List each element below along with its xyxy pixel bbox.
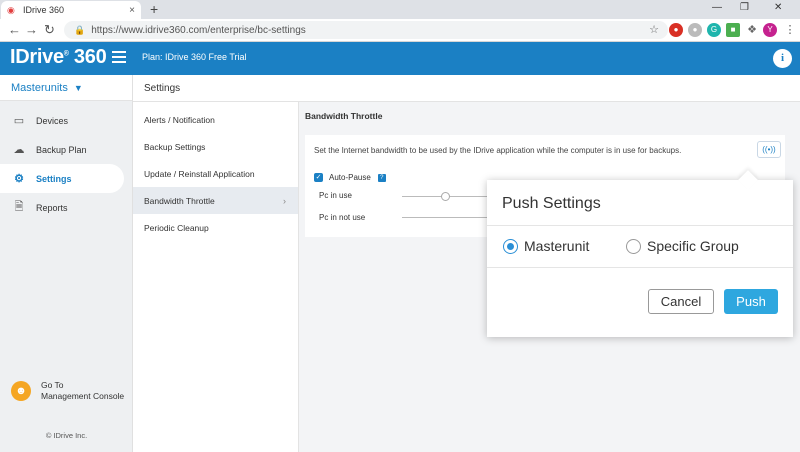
gear-icon: ⚙ [14, 173, 24, 185]
lock-icon: 🔒 [74, 24, 86, 35]
tab-close-icon[interactable]: × [129, 5, 135, 16]
pc-in-use-label: Pc in use [319, 191, 352, 200]
cancel-button[interactable]: Cancel [648, 289, 714, 314]
restore-icon[interactable]: ❐ [740, 2, 749, 13]
idrive-logo[interactable]: IDrive® 360 [10, 46, 107, 69]
divider [487, 267, 793, 268]
sidebar-item-settings[interactable]: ⚙ Settings [0, 164, 124, 193]
breadcrumb: Settings [133, 75, 800, 102]
sidebar: Masterunits ▼ ▭ Devices ☁ Backup Plan ⚙ … [0, 75, 133, 452]
bandwidth-description: Set the Internet bandwidth to be used by… [314, 146, 682, 155]
extension-red-icon[interactable]: ● [669, 23, 683, 37]
browser-menu-icon[interactable]: ⋮ [783, 23, 797, 37]
extensions-puzzle-icon[interactable]: ❖ [745, 23, 759, 37]
submenu-label: Bandwidth Throttle [144, 195, 215, 206]
user-avatar-icon: ☻ [11, 381, 31, 401]
console-line2: Management Console [41, 391, 125, 401]
sidebar-item-reports[interactable]: 🗎 Reports [0, 193, 132, 222]
url-text: https://www.idrive360.com/enterprise/bc-… [91, 24, 306, 36]
pc-not-in-use-label: Pc in not use [319, 213, 366, 222]
back-icon[interactable]: ← [8, 22, 21, 38]
extension-teal-icon[interactable]: G [707, 23, 721, 37]
auto-pause-option: ✓ Auto-Pause ? [314, 173, 386, 182]
hamburger-menu-icon[interactable] [112, 51, 126, 63]
sidebar-item-label: Settings [36, 173, 72, 184]
browser-tab[interactable]: ◉ IDrive 360 × [1, 1, 141, 19]
auto-pause-checkbox[interactable]: ✓ [314, 173, 323, 182]
browser-tabstrip: ◉ IDrive 360 × + — ❐ ✕ [0, 0, 800, 19]
profile-avatar[interactable]: Y [763, 23, 777, 37]
url-field[interactable]: 🔒 https://www.idrive360.com/enterprise/b… [64, 21, 668, 39]
pc-in-use-slider-thumb[interactable] [441, 192, 450, 201]
cloud-upload-icon: ☁ [13, 144, 25, 156]
radio-label: Masterunit [524, 238, 590, 254]
sidebar-item-devices[interactable]: ▭ Devices [0, 106, 132, 135]
console-line1: Go To [41, 380, 64, 390]
app-header: IDrive® 360 Plan: IDrive 360 Free Trial … [0, 42, 800, 75]
auto-pause-label: Auto-Pause [329, 173, 371, 182]
plan-label: Plan: IDrive 360 Free Trial [142, 52, 247, 62]
radio-button-checked[interactable] [503, 238, 518, 254]
document-icon: 🗎 [14, 201, 24, 213]
logo-suffix: 360 [73, 46, 107, 68]
radio-specific-group[interactable]: Specific Group [626, 238, 739, 254]
help-icon[interactable]: ? [377, 173, 386, 182]
push-button[interactable]: Push [724, 289, 778, 314]
tab-title: IDrive 360 [23, 5, 65, 15]
extension-green-icon[interactable]: ■ [726, 23, 740, 37]
radio-masterunit[interactable]: Masterunit [503, 238, 589, 254]
submenu-backup-settings[interactable]: Backup Settings [133, 133, 298, 160]
info-button[interactable]: i [773, 49, 792, 68]
settings-submenu: Alerts / Notification Backup Settings Up… [133, 102, 299, 452]
submenu-bandwidth-throttle[interactable]: Bandwidth Throttle › [133, 187, 298, 214]
wifi-signal-icon[interactable]: ((•)) [757, 141, 781, 158]
idrive-favicon-icon: ◉ [7, 5, 15, 15]
address-bar: ← → ↻ 🔒 https://www.idrive360.com/enterp… [0, 19, 800, 42]
divider [487, 225, 793, 226]
minimize-icon[interactable]: — [712, 2, 722, 13]
sidebar-item-label: Backup Plan [36, 144, 87, 155]
radio-label: Specific Group [647, 238, 739, 254]
chevron-down-icon: ▼ [73, 82, 83, 93]
chevron-right-icon: › [283, 195, 286, 206]
close-window-icon[interactable]: ✕ [774, 2, 782, 13]
logo-text: IDrive [10, 46, 64, 68]
new-tab-button[interactable]: + [150, 1, 158, 18]
radio-button[interactable] [626, 238, 641, 254]
org-name: Masterunits [11, 81, 68, 94]
monitor-icon: ▭ [13, 115, 25, 127]
submenu-periodic-cleanup[interactable]: Periodic Cleanup [133, 214, 298, 241]
reload-icon[interactable]: ↻ [44, 22, 55, 38]
sidebar-item-backup-plan[interactable]: ☁ Backup Plan [0, 135, 132, 164]
forward-icon[interactable]: → [25, 22, 38, 38]
page-title: Settings [144, 82, 181, 94]
management-console-link[interactable]: ☻ Go To Management Console [11, 380, 124, 402]
popover-title: Push Settings [502, 195, 601, 212]
sidebar-item-label: Devices [36, 115, 69, 126]
push-settings-popover: Push Settings Masterunit Specific Group … [487, 170, 793, 337]
sidebar-item-label: Reports [36, 202, 68, 213]
section-title: Bandwidth Throttle [305, 111, 383, 121]
submenu-alerts[interactable]: Alerts / Notification [133, 106, 298, 133]
org-selector[interactable]: Masterunits ▼ [0, 75, 132, 101]
submenu-update-reinstall[interactable]: Update / Reinstall Application [133, 160, 298, 187]
copyright: © IDrive Inc. [45, 431, 88, 440]
bookmark-star-icon[interactable]: ☆ [647, 23, 661, 37]
extension-gray-icon[interactable]: ● [688, 23, 702, 37]
